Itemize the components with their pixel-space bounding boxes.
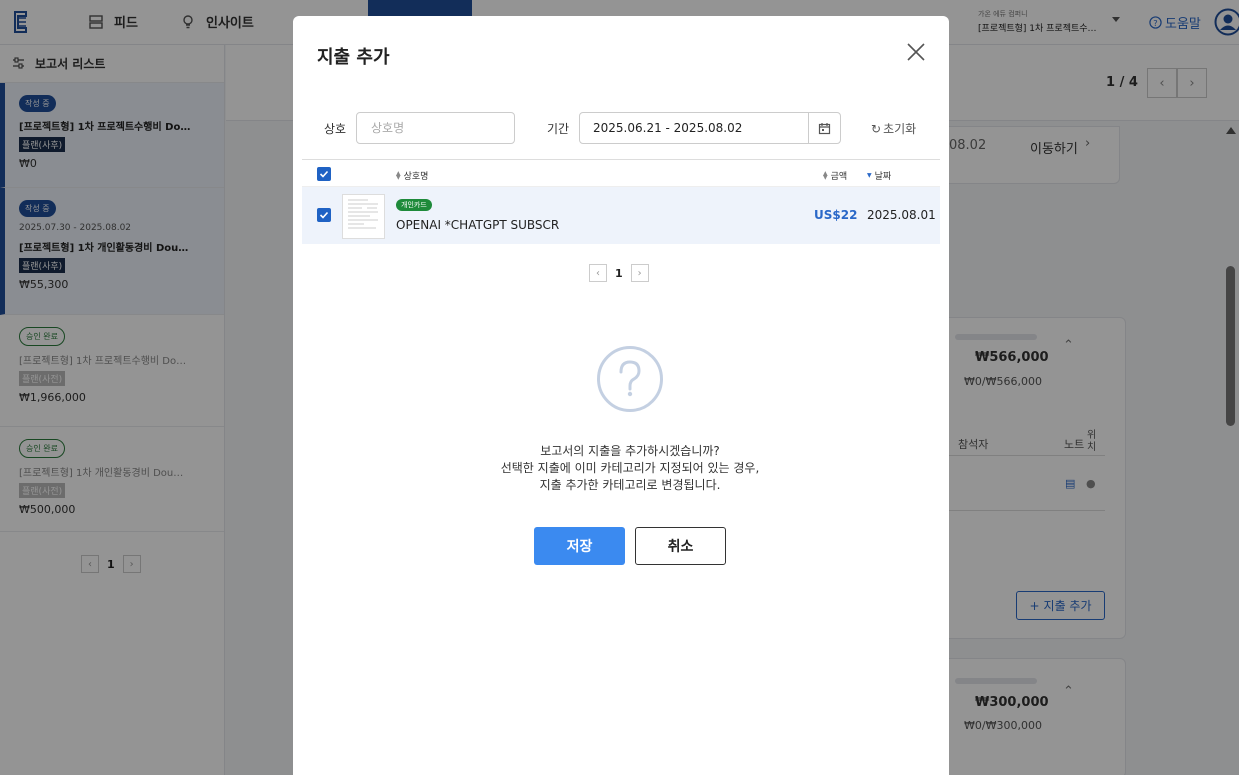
- calendar-button[interactable]: [808, 113, 840, 143]
- checkmark-icon: [319, 211, 329, 219]
- sort-desc-icon: ▼: [867, 171, 872, 179]
- reset-label: 초기화: [883, 122, 917, 136]
- receipt-thumbnail[interactable]: [342, 194, 385, 239]
- period-range-field[interactable]: 2025.06.21 - 2025.08.02: [579, 112, 841, 144]
- sort-icon: ▲ ▼: [396, 169, 401, 181]
- sort-icon: ▲ ▼: [823, 169, 828, 181]
- save-button[interactable]: 저장: [534, 527, 625, 565]
- card-type-badge: 개인카드: [396, 199, 432, 211]
- expense-amount: US$22: [814, 208, 858, 222]
- confirm-dialog: 보고서의 지출을 추가하시겠습니까? 선택한 지출에 이미 카테고리가 지정되어…: [449, 297, 811, 613]
- cancel-button[interactable]: 취소: [635, 527, 726, 565]
- merchant-name: OPENAI *CHATGPT SUBSCR: [396, 218, 560, 232]
- merchant-filter-label: 상호: [324, 122, 347, 136]
- col-merchant: 상호명: [403, 172, 429, 182]
- col-amount: 금액: [830, 172, 848, 182]
- period-range-value: 2025.06.21 - 2025.08.02: [593, 121, 743, 135]
- select-all-checkbox[interactable]: [317, 167, 331, 181]
- row-checkbox[interactable]: [317, 208, 331, 222]
- expense-table-header: ▲ ▼ 상호명 ▲ ▼ 금액 ▼ 날짜: [302, 159, 940, 187]
- period-filter-label: 기간: [547, 122, 570, 136]
- expense-row[interactable]: 개인카드 OPENAI *CHATGPT SUBSCR US$22 2025.0…: [302, 187, 940, 244]
- close-icon[interactable]: [905, 41, 927, 63]
- col-date-sort[interactable]: ▼ 날짜: [867, 169, 891, 182]
- current-page: 1: [615, 266, 623, 280]
- reset-filter-button[interactable]: ↻ 초기화: [871, 120, 916, 137]
- col-amount-sort[interactable]: ▲ ▼ 금액: [823, 169, 847, 182]
- receipt-image-icon: [348, 199, 378, 229]
- confirm-message: 보고서의 지출을 추가하시겠습니까? 선택한 지출에 이미 카테고리가 지정되어…: [449, 443, 811, 494]
- col-merchant-sort[interactable]: ▲ ▼ 상호명: [396, 169, 428, 182]
- chevron-left-icon: ‹: [596, 267, 600, 279]
- refresh-icon: ↻: [871, 121, 882, 136]
- confirm-message-line: 보고서의 지출을 추가하시겠습니까?: [540, 444, 720, 458]
- modal-title: 지출 추가: [317, 47, 390, 68]
- chevron-right-icon: ›: [637, 267, 642, 279]
- modal-pagination: ‹ 1 ›: [589, 264, 649, 282]
- confirm-message-line: 선택한 지출에 이미 카테고리가 지정되어 있는 경우,: [500, 461, 760, 475]
- question-circle-icon: [597, 346, 663, 412]
- merchant-search-input[interactable]: [356, 112, 515, 144]
- next-page-button[interactable]: ›: [630, 264, 649, 282]
- expense-date: 2025.08.01: [867, 208, 936, 222]
- col-date: 날짜: [874, 172, 892, 182]
- prev-page-button[interactable]: ‹: [589, 264, 607, 282]
- checkbox-checked-icon: [317, 167, 331, 181]
- calendar-icon: [818, 122, 831, 134]
- confirm-message-line: 지출 추가한 카테고리로 변경됩니다.: [539, 478, 721, 492]
